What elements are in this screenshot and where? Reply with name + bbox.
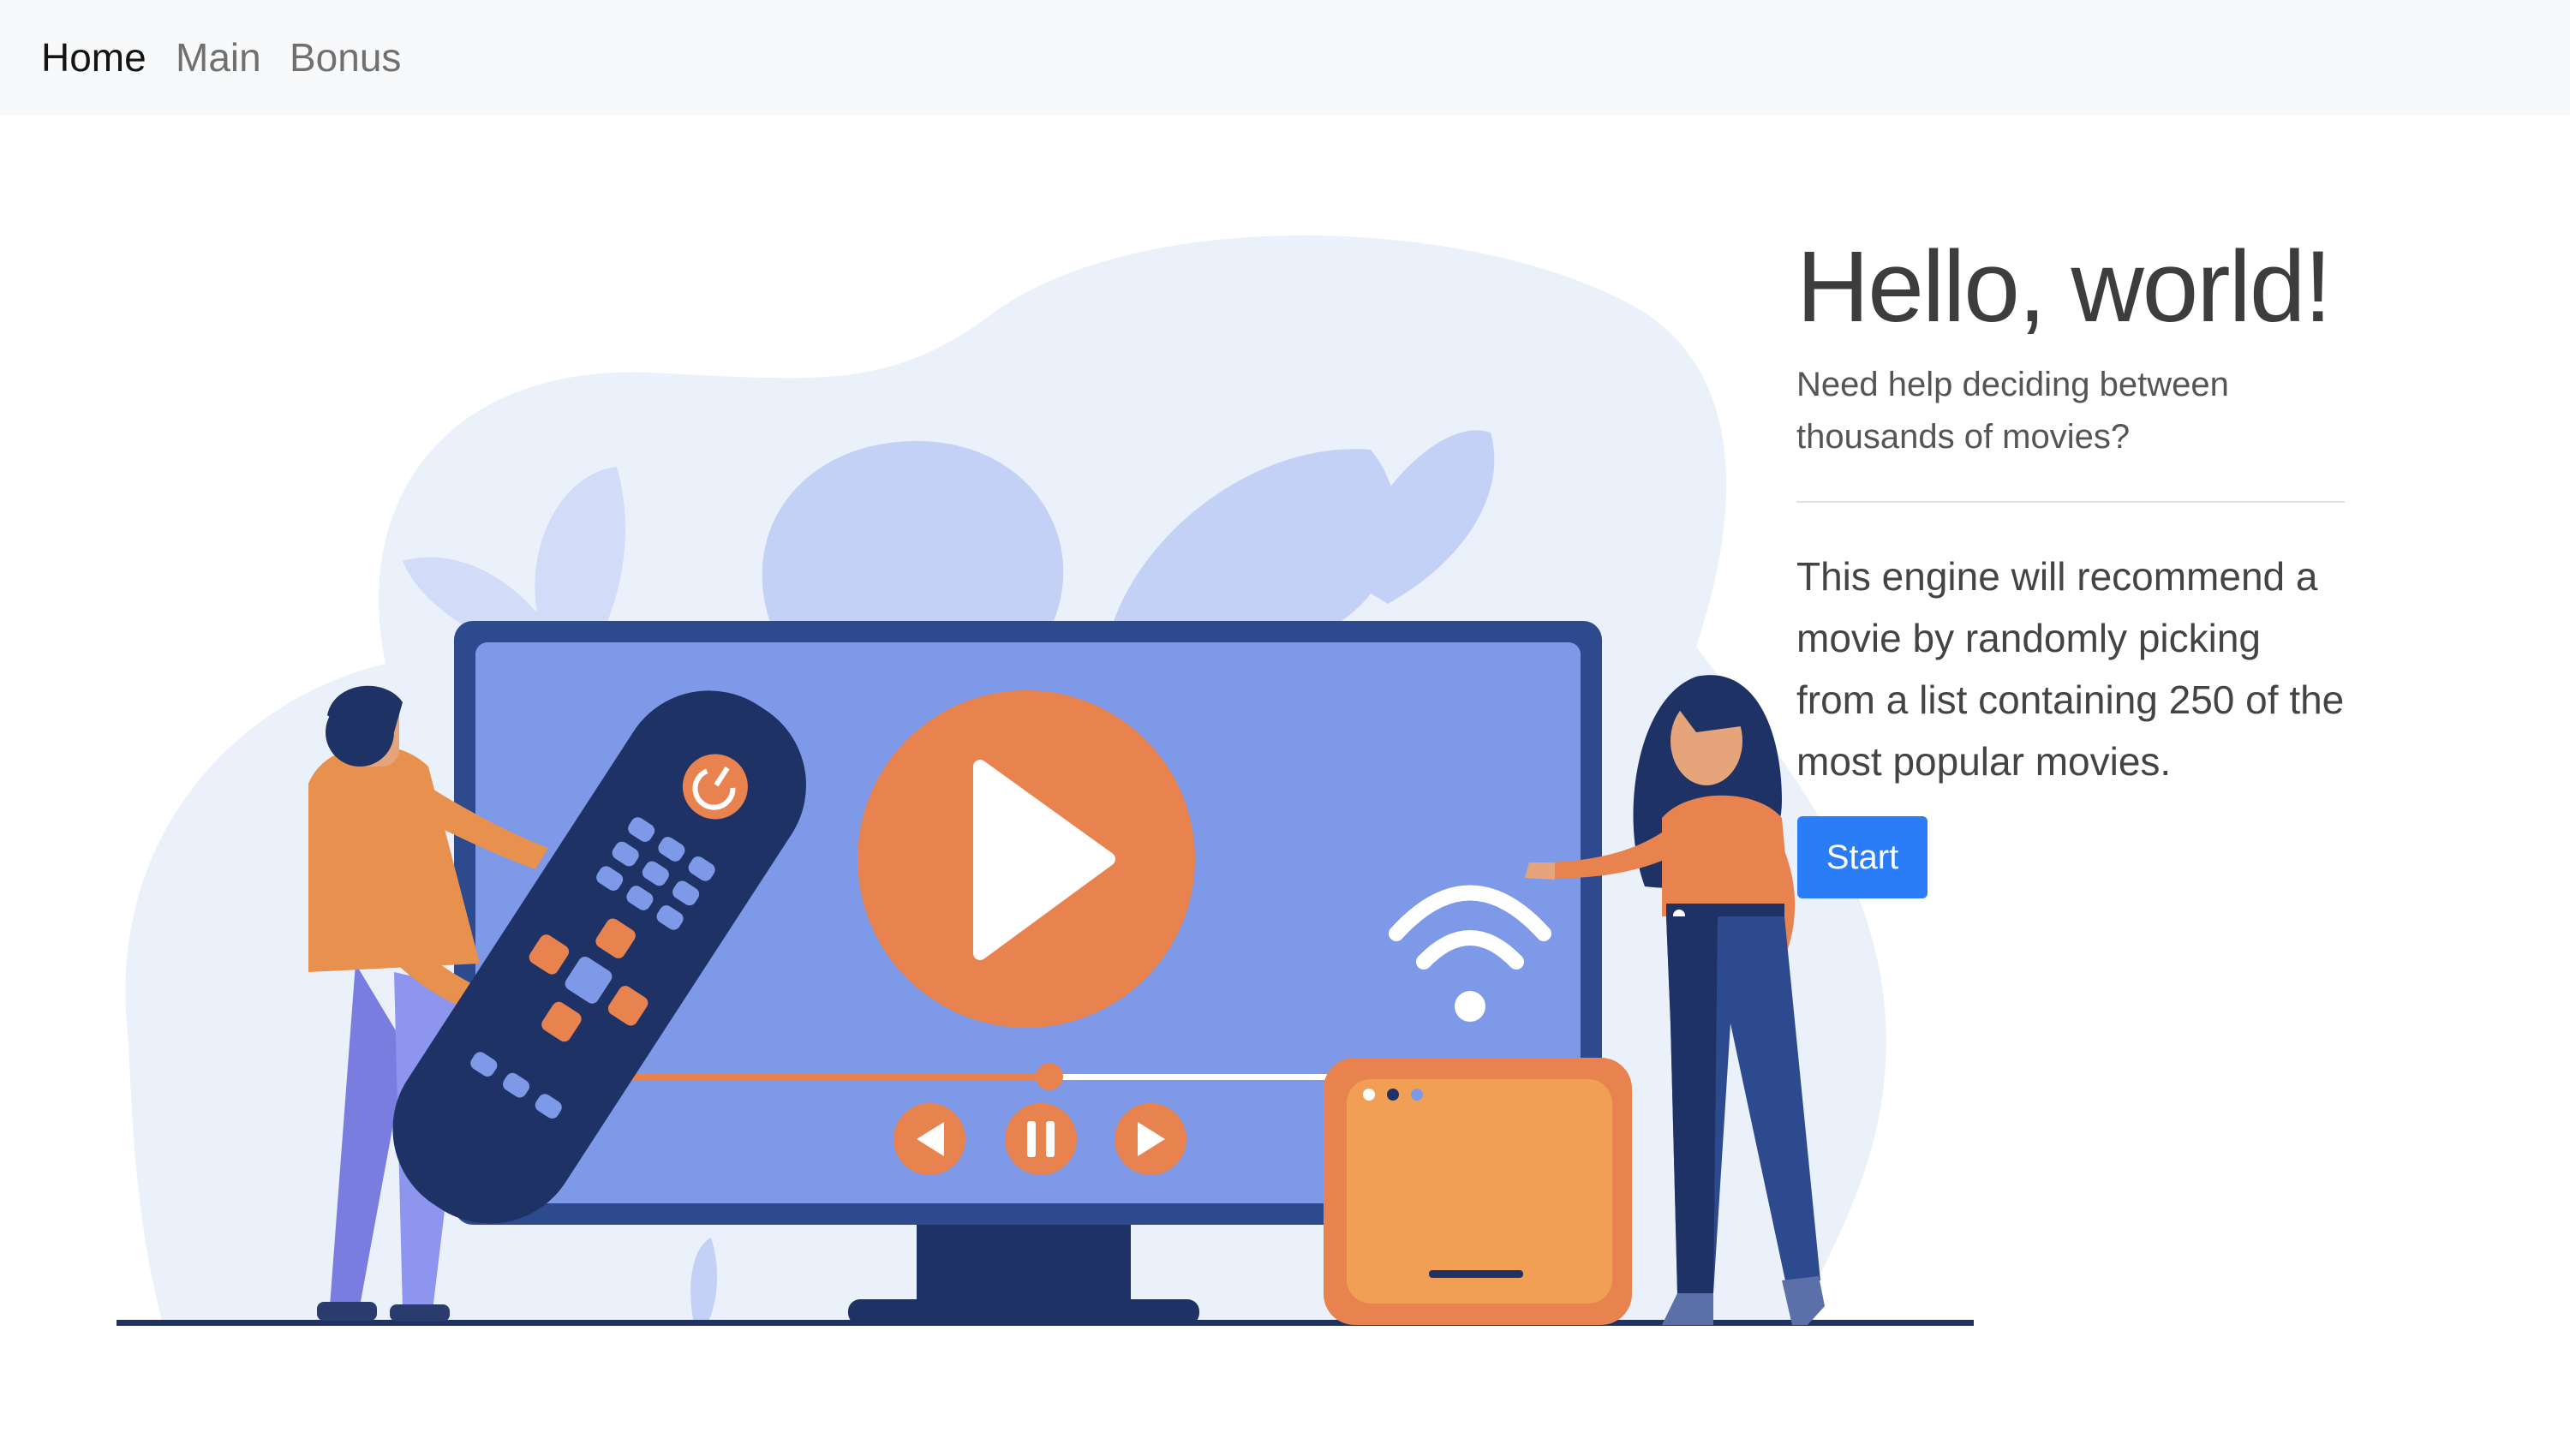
nav-link-main[interactable]: Main	[176, 33, 261, 82]
navbar: Home Main Bonus	[0, 0, 2570, 116]
nav-link-bonus[interactable]: Bonus	[290, 33, 401, 82]
description-text: This engine will recommend a movie by ra…	[1796, 554, 2345, 784]
progress-handle	[1036, 1063, 1063, 1090]
nav-link-home[interactable]: Home	[41, 33, 146, 82]
hero-section: Hello, world! Need help deciding between…	[1796, 227, 2345, 792]
forward-icon	[1115, 1103, 1186, 1175]
page-title: Hello, world!	[1796, 230, 2332, 343]
progress-fill	[583, 1074, 1045, 1080]
tv-base	[848, 1299, 1199, 1325]
lead-text: Need help deciding between thousands of …	[1796, 366, 2229, 456]
divider	[1796, 501, 2345, 503]
pause-icon	[1005, 1103, 1077, 1175]
movie-streaming-illustration	[117, 235, 1974, 1326]
rewind-icon	[894, 1103, 965, 1175]
start-button[interactable]: Start	[1797, 816, 1928, 898]
